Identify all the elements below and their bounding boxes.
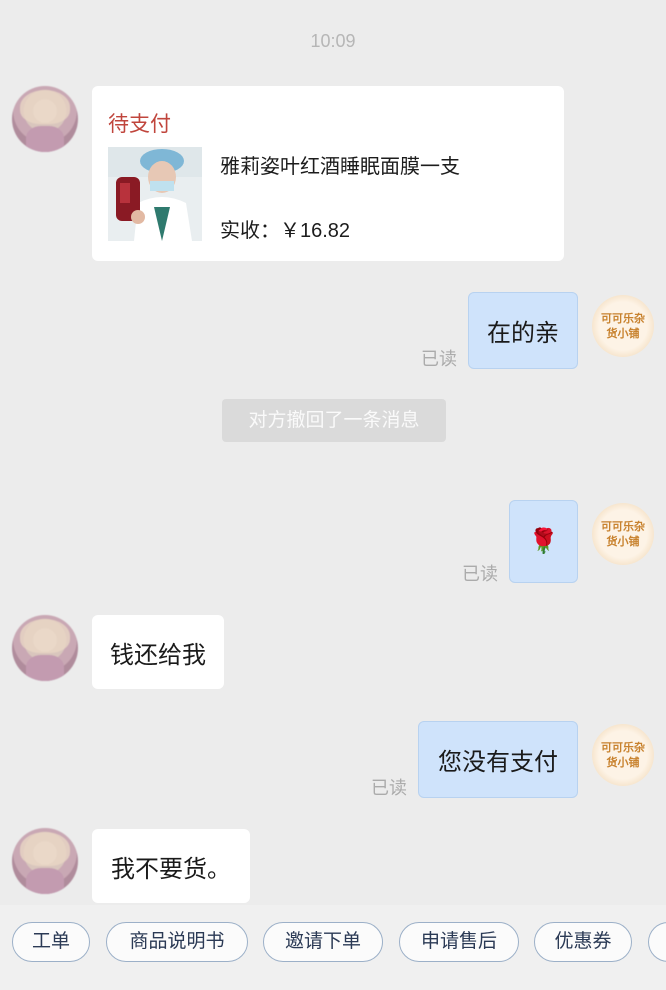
customer-avatar[interactable] [12, 615, 78, 681]
incoming-message[interactable]: 我不要货。 [92, 829, 250, 903]
shop-name-line1: 可可乐杂 [601, 741, 645, 754]
order-status: 待支付 [108, 113, 171, 136]
shop-name-line2: 货小铺 [606, 535, 640, 548]
quick-action-product-manual[interactable]: 商品说明书 [106, 922, 248, 962]
message-text: 我不要货。 [111, 855, 231, 883]
quick-action-coupon[interactable]: 优惠券 [534, 922, 632, 962]
customer-avatar[interactable] [12, 828, 78, 894]
rose-emoji: 🌹 [528, 528, 559, 555]
shop-avatar[interactable]: 可可乐杂 货小铺 [592, 503, 654, 565]
order-price: 实收：￥16.82 [220, 220, 351, 242]
quick-action-invite-order[interactable]: 邀请下单 [263, 922, 383, 962]
shop-name-line2: 货小铺 [606, 327, 640, 340]
quick-action-more-partial[interactable] [648, 922, 666, 962]
shop-name-line1: 可可乐杂 [601, 312, 645, 325]
timestamp: 10:09 [310, 31, 356, 51]
recalled-message-notice: 对方撤回了一条消息 [222, 399, 446, 442]
shop-avatar[interactable]: 可可乐杂 货小铺 [592, 724, 654, 786]
outgoing-message[interactable]: 在的亲 [468, 292, 578, 369]
shop-name-line1: 可可乐杂 [601, 520, 645, 533]
outgoing-message[interactable]: 您没有支付 [418, 721, 578, 798]
message-text: 钱还给我 [110, 641, 206, 669]
shop-name-line2: 货小铺 [606, 756, 640, 769]
read-receipt: 已读 [371, 778, 407, 798]
incoming-message[interactable]: 钱还给我 [92, 615, 224, 689]
customer-avatar[interactable] [12, 86, 78, 152]
quick-action-after-sales[interactable]: 申请售后 [399, 922, 519, 962]
quick-action-work-order[interactable]: 工单 [12, 922, 90, 962]
order-card[interactable]: 待支付 雅莉姿叶红酒睡眠面膜一支 实收：￥16.82 [92, 86, 564, 261]
read-receipt: 已读 [421, 349, 457, 369]
shop-avatar[interactable]: 可可乐杂 货小铺 [592, 295, 654, 357]
outgoing-message[interactable]: 🌹 [509, 500, 578, 583]
quick-action-bar: 工单 商品说明书 邀请下单 申请售后 优惠券 [0, 905, 666, 990]
product-name: 雅莉姿叶红酒睡眠面膜一支 [220, 156, 460, 178]
message-text: 在的亲 [487, 320, 559, 347]
product-thumbnail[interactable] [108, 147, 202, 241]
read-receipt: 已读 [462, 564, 498, 584]
message-text: 您没有支付 [438, 749, 558, 776]
